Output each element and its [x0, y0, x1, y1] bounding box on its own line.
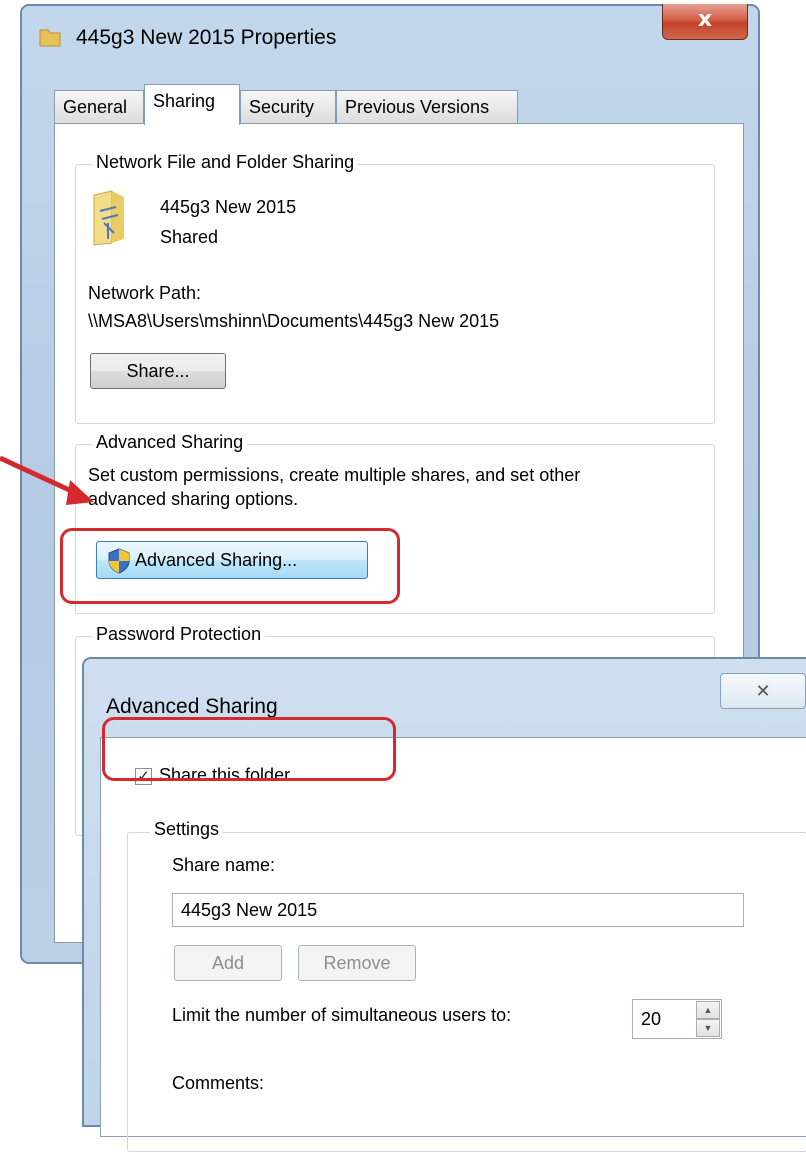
highlight-share-folder-checkbox — [102, 717, 396, 781]
spinner-up-icon[interactable]: ▲ — [696, 1001, 720, 1019]
dialog-body: ✓ Share this folder Settings Share name:… — [100, 737, 806, 1152]
share-name-label: Share name: — [172, 855, 276, 875]
remove-button[interactable]: Remove — [298, 945, 416, 981]
advanced-sharing-description-1: Set custom permissions, create multiple … — [88, 465, 581, 485]
tab-security[interactable]: Security — [240, 90, 336, 124]
spinner-down-icon[interactable]: ▼ — [696, 1019, 720, 1037]
shared-folder-icon — [93, 190, 124, 246]
advanced-sharing-legend: Advanced Sharing — [92, 432, 248, 453]
folder-name: 445g3 New 2015 — [160, 197, 297, 217]
tab-bar: General Sharing Security Previous Versio… — [54, 84, 744, 125]
network-sharing-legend: Network File and Folder Sharing — [92, 152, 359, 173]
share-name-input[interactable]: 445g3 New 2015 — [172, 893, 744, 927]
share-button[interactable]: Share... — [90, 353, 226, 389]
settings-legend: Settings — [150, 819, 224, 840]
folder-icon — [39, 29, 61, 47]
dialog-title: Advanced Sharing — [106, 695, 278, 718]
settings-group: Settings Share name: 445g3 New 2015 Add … — [127, 819, 806, 1152]
tab-sharing[interactable]: Sharing — [144, 84, 240, 125]
tab-general[interactable]: General — [54, 90, 144, 124]
add-button[interactable]: Add — [174, 945, 282, 981]
comments-label: Comments: — [172, 1073, 265, 1093]
window-title: 445g3 New 2015 Properties — [76, 26, 337, 49]
folder-status: Shared — [160, 227, 219, 247]
password-protection-legend: Password Protection — [92, 624, 266, 645]
tab-previous-versions[interactable]: Previous Versions — [336, 90, 518, 124]
highlight-advanced-sharing-button — [60, 528, 400, 604]
network-sharing-group: Network File and Folder Sharing 445g3 Ne… — [75, 152, 715, 424]
advanced-sharing-description-2: advanced sharing options. — [88, 489, 299, 509]
close-button[interactable]: x — [662, 4, 748, 40]
red-arrow-annotation — [0, 455, 94, 505]
network-path-value: \\MSA8\Users\mshinn\Documents\445g3 New … — [88, 311, 500, 331]
limit-users-label: Limit the number of simultaneous users t… — [172, 1005, 512, 1025]
dialog-close-icon[interactable]: ✕ — [720, 673, 806, 709]
network-path-label: Network Path: — [88, 283, 202, 303]
